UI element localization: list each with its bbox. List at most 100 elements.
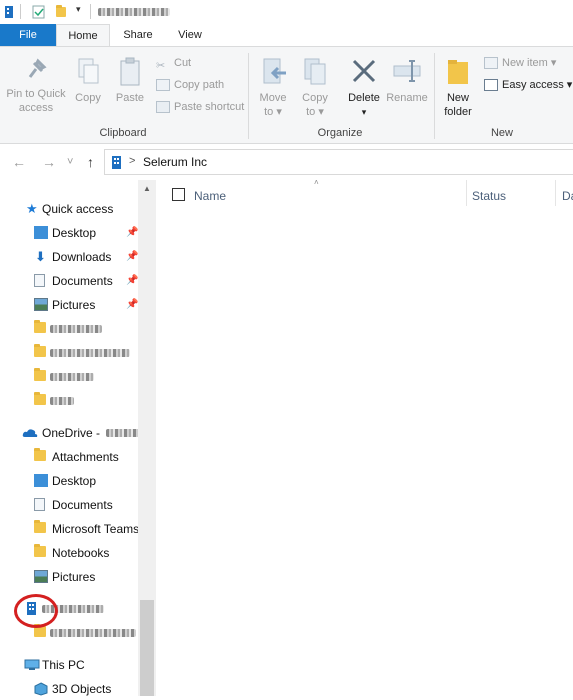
ribbon: Pin to Quick access Copy Paste ✂ Cut Copy… <box>0 46 573 144</box>
folder-icon <box>34 544 46 557</box>
folder-icon <box>448 60 468 84</box>
sidebar-item-downloads[interactable]: ⬇ Downloads 📌 <box>34 246 138 268</box>
easy-access-button[interactable]: Easy access ▾ <box>484 76 572 94</box>
delete-dropdown-icon[interactable]: ▾ <box>344 105 384 119</box>
folder-icon <box>34 448 46 461</box>
move-to-label-2: to ▾ <box>264 106 282 118</box>
pin-label-1: Pin to Quick <box>6 88 66 100</box>
sidebar-item-label: Downloads <box>52 250 112 264</box>
address-bar[interactable]: > Selerum Inc <box>104 149 573 175</box>
column-divider[interactable] <box>555 180 556 206</box>
paste-shortcut-icon <box>156 101 170 114</box>
recent-locations-icon[interactable]: ˅ <box>67 156 73 168</box>
copy-to-button[interactable]: Copy to ▾ <box>298 57 332 119</box>
pictures-icon <box>34 298 48 311</box>
rename-button[interactable]: Rename <box>386 57 428 105</box>
column-header-date[interactable]: Da <box>562 186 573 206</box>
column-divider[interactable] <box>466 180 467 206</box>
column-header-name[interactable]: Name <box>194 186 226 206</box>
sidebar-item-pictures[interactable]: Pictures 📌 <box>34 294 138 316</box>
delete-label: Delete <box>348 92 380 104</box>
red-annotation-circle <box>14 594 58 628</box>
sidebar-item-label: 3D Objects <box>52 682 112 696</box>
copy-icon <box>78 58 99 84</box>
easy-access-icon <box>484 79 498 92</box>
copy-button[interactable]: Copy <box>72 57 104 105</box>
sidebar-item-label: Desktop <box>52 226 97 240</box>
pin-icon: 📌 <box>126 227 139 238</box>
back-arrow-icon[interactable]: ← <box>12 154 26 170</box>
rename-label: Rename <box>386 92 428 104</box>
rename-icon <box>393 60 421 82</box>
redacted-label <box>50 397 74 405</box>
group-label-clipboard: Clipboard <box>99 127 147 139</box>
breadcrumb-chevron-icon[interactable]: > <box>129 155 135 167</box>
paste-button[interactable]: Paste <box>112 57 148 105</box>
tab-view[interactable]: View <box>166 24 214 46</box>
up-arrow-icon[interactable]: ↑ <box>87 154 94 170</box>
sidebar-item-label: Desktop <box>52 474 97 488</box>
documents-icon <box>34 498 45 511</box>
group-label-new: New <box>490 127 513 139</box>
folder-icon <box>34 520 46 533</box>
folder-icon <box>34 392 46 405</box>
copy-path-button[interactable]: Copy path <box>156 76 224 94</box>
pin-label-2: access <box>18 102 54 114</box>
desktop-icon <box>34 226 48 239</box>
copy-path-icon <box>156 79 170 92</box>
select-all-checkbox[interactable] <box>172 188 185 201</box>
navigation-scrollbar[interactable]: ▲ <box>138 180 156 696</box>
copy-label: Copy <box>75 92 101 104</box>
title-bar: ▾ <box>0 0 573 24</box>
copy-path-label: Copy path <box>174 79 225 91</box>
pin-to-quick-access-button[interactable]: Pin to Quick access <box>4 57 68 115</box>
sidebar-item-documents[interactable]: Documents 📌 <box>34 270 138 292</box>
cut-button[interactable]: ✂ Cut <box>156 54 191 72</box>
window-title-redacted <box>98 8 170 16</box>
divider <box>90 4 91 19</box>
documents-icon <box>34 274 45 287</box>
pin-icon: 📌 <box>126 275 139 286</box>
new-folder-button[interactable]: New folder <box>440 57 476 119</box>
copy-to-label-1: Copy <box>302 92 328 104</box>
sidebar-item-label: Documents <box>52 498 113 512</box>
redacted-label <box>50 349 130 357</box>
pin-icon <box>28 58 47 78</box>
move-to-icon <box>263 58 286 84</box>
column-header-status[interactable]: Status <box>472 186 506 206</box>
clipboard-paste-icon <box>120 57 140 86</box>
group-separator <box>434 53 435 139</box>
paste-shortcut-button[interactable]: Paste shortcut <box>156 98 244 116</box>
paste-label: Paste <box>115 92 145 104</box>
address-row: ← → ˅ ↑ > Selerum Inc <box>0 146 573 178</box>
scroll-up-arrow-icon[interactable]: ▲ <box>138 180 156 198</box>
sidebar-item-desktop[interactable]: Desktop 📌 <box>34 222 138 244</box>
download-arrow-icon: ⬇ <box>35 249 46 264</box>
easy-access-label: Easy access ▾ <box>502 79 573 91</box>
sidebar-item-label: Attachments <box>52 450 119 464</box>
pin-icon: 📌 <box>126 299 139 310</box>
tab-file[interactable]: File <box>0 24 56 46</box>
sidebar-item-label: Pictures <box>52 298 96 312</box>
properties-icon[interactable] <box>32 5 46 19</box>
new-item-icon <box>484 57 498 70</box>
sidebar-item-label: Quick access <box>42 202 114 216</box>
breadcrumb-location[interactable]: Selerum Inc <box>143 155 207 169</box>
group-separator <box>248 53 249 139</box>
tab-home[interactable]: Home <box>56 24 110 46</box>
copy-to-label-2: to ▾ <box>306 106 324 118</box>
move-to-button[interactable]: Move to ▾ <box>256 57 290 119</box>
group-label-organize: Organize <box>317 127 363 139</box>
forward-arrow-icon[interactable]: → <box>42 154 56 170</box>
tab-share[interactable]: Share <box>112 24 164 46</box>
new-item-button[interactable]: New item ▾ <box>484 54 556 72</box>
delete-button[interactable]: Delete ▾ <box>344 57 384 119</box>
redacted-label <box>106 429 140 437</box>
divider <box>20 4 21 19</box>
scroll-thumb[interactable] <box>140 600 154 696</box>
new-folder-icon[interactable] <box>56 5 66 17</box>
cube-icon <box>34 682 48 696</box>
quick-access-dropdown-icon[interactable]: ▾ <box>76 4 81 15</box>
building-icon <box>112 156 121 169</box>
new-folder-label-1: New <box>446 92 469 104</box>
